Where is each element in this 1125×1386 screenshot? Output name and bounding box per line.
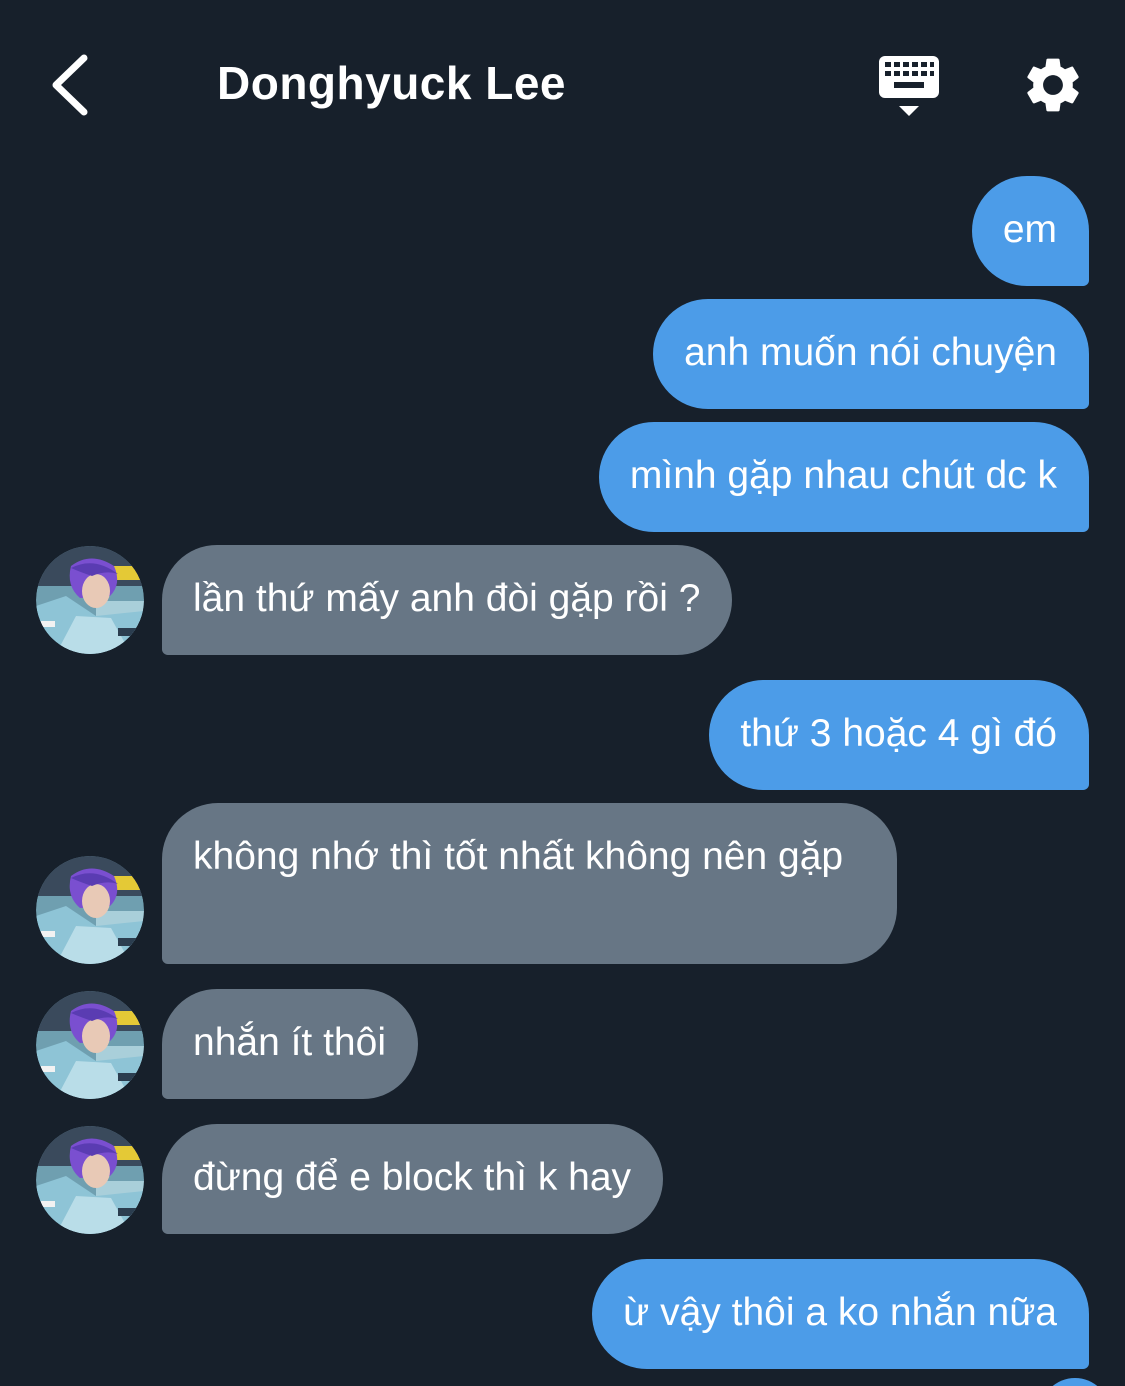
message-bubble-incoming[interactable]: không nhớ thì tốt nhất không nên gặp [162,803,897,964]
message-text: đừng để e block thì k hay [193,1156,632,1199]
keyboard-hide-icon [879,56,939,116]
settings-button[interactable] [1020,52,1086,118]
message-bubble-outgoing[interactable]: em [971,176,1089,286]
contact-avatar[interactable] [36,856,144,964]
contact-name[interactable]: Donghyuck Lee [217,56,566,110]
avatar-image [36,991,144,1099]
avatar-image [36,856,144,964]
message-text: nhắn ít thôi [193,1021,386,1064]
keyboard-toggle-button[interactable] [872,52,946,120]
contact-avatar[interactable] [36,1126,144,1234]
message-bubble-incoming[interactable]: lần thứ mấy anh đòi gặp rồi ? [162,545,733,655]
next-message-bubble-partial [1040,1378,1110,1386]
avatar-image [36,1126,144,1234]
message-text: mình gặp nhau chút dc k [629,454,1057,497]
message-bubble-outgoing[interactable]: thứ 3 hoặc 4 gì đó [709,680,1089,790]
message-text: em [1002,208,1057,251]
contact-avatar[interactable] [36,546,144,654]
chat-header: Donghyuck Lee [0,0,1125,170]
message-text: thứ 3 hoặc 4 gì đó [740,712,1057,755]
avatar-image [36,546,144,654]
message-bubble-outgoing[interactable]: ừ vậy thôi a ko nhắn nữa [592,1259,1089,1369]
message-text: không nhớ thì tốt nhất không nên gặp [193,835,844,878]
message-bubble-incoming[interactable]: nhắn ít thôi [162,989,418,1099]
message-bubble-outgoing[interactable]: mình gặp nhau chút dc k [598,422,1089,532]
message-text: lần thứ mấy anh đòi gặp rồi ? [193,577,701,620]
gear-icon [1027,58,1079,112]
back-button[interactable] [30,45,110,125]
message-bubble-incoming[interactable]: đừng để e block thì k hay [162,1124,664,1234]
message-text: ừ vậy thôi a ko nhắn nữa [623,1291,1057,1334]
message-text: anh muốn nói chuyện [684,331,1057,374]
contact-avatar[interactable] [36,991,144,1099]
message-bubble-outgoing[interactable]: anh muốn nói chuyện [653,299,1089,409]
chat-screen: Donghyuck Lee em anh muốn nói chuyện mìn… [0,0,1125,1386]
chevron-left-icon [52,54,88,116]
